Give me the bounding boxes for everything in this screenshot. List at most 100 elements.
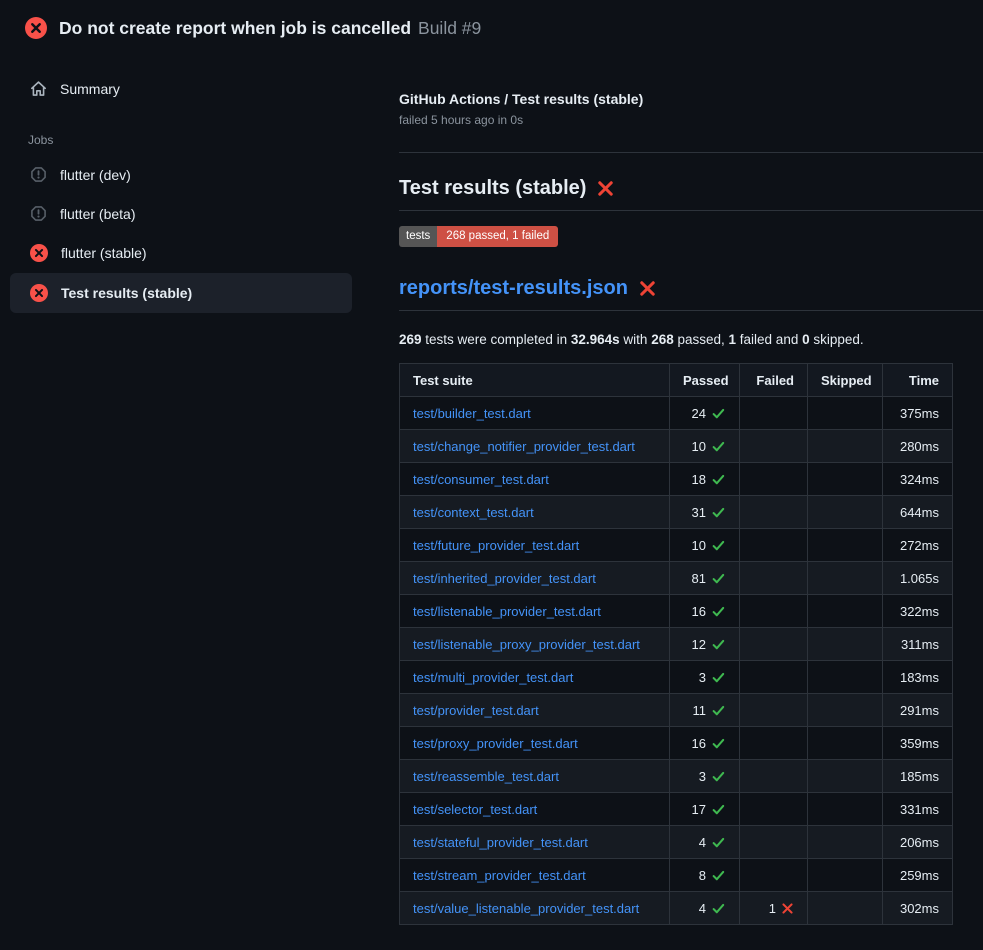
suite-link[interactable]: test/consumer_test.dart (413, 472, 549, 487)
skipped-count: 0 (802, 332, 810, 347)
suite-link[interactable]: test/stateful_provider_test.dart (413, 835, 588, 850)
skipped-cell (808, 397, 883, 430)
time-cell: 311ms (883, 628, 953, 661)
suite-cell: test/value_listenable_provider_test.dart (400, 892, 670, 925)
col-header-passed: Passed (670, 364, 740, 397)
suite-cell: test/provider_test.dart (400, 694, 670, 727)
col-header-test-suite: Test suite (400, 364, 670, 397)
job-label: Test results (stable) (61, 285, 192, 301)
suite-link[interactable]: test/proxy_provider_test.dart (413, 736, 578, 751)
passed-cell: 8 (670, 859, 740, 892)
passed-cell: 4 (670, 892, 740, 925)
check-icon (711, 604, 726, 619)
suite-cell: test/reassemble_test.dart (400, 760, 670, 793)
suite-link[interactable]: test/multi_provider_test.dart (413, 670, 573, 685)
skipped-cell (808, 628, 883, 661)
sidebar-item-summary[interactable]: Summary (10, 71, 352, 106)
failed-cell (740, 859, 808, 892)
table-row: test/builder_test.dart24375ms (400, 397, 953, 430)
table-row: test/change_notifier_provider_test.dart 1… (400, 430, 953, 463)
passed-cell: 10 (670, 529, 740, 562)
suite-link[interactable]: test/change_notifier_provider_test.dart (413, 439, 635, 454)
table-row: test/future_provider_test.dart10272ms (400, 529, 953, 562)
passed-cell: 10 (670, 430, 740, 463)
suite-link[interactable]: test/selector_test.dart (413, 802, 537, 817)
test-results-table: Test suite Passed Failed Skipped Time te… (399, 363, 953, 925)
sidebar-item-flutter-beta[interactable]: flutter (beta) (10, 194, 352, 233)
suite-link[interactable]: test/listenable_provider_test.dart (413, 604, 601, 619)
suite-link[interactable]: test/future_provider_test.dart (413, 538, 579, 553)
badge-label: tests (399, 226, 437, 247)
run-meta: failed 5 hours ago in 0s (399, 113, 983, 127)
time-cell: 291ms (883, 694, 953, 727)
suite-cell: test/inherited_provider_test.dart (400, 562, 670, 595)
table-row: test/reassemble_test.dart 3 185ms (400, 760, 953, 793)
suite-cell: test/consumer_test.dart (400, 463, 670, 496)
breadcrumb: GitHub Actions / Test results (stable) (399, 90, 983, 108)
failed-cell (740, 727, 808, 760)
table-row: test/stateful_provider_test.dart4206ms (400, 826, 953, 859)
col-header-time: Time (883, 364, 953, 397)
time-cell: 185ms (883, 760, 953, 793)
skipped-cell (808, 562, 883, 595)
sidebar-item-flutter-dev[interactable]: flutter (dev) (10, 155, 352, 194)
table-row: test/context_test.dart31644ms (400, 496, 953, 529)
suite-link[interactable]: test/listenable_proxy_provider_test.dart (413, 637, 640, 652)
skipped-cell (808, 463, 883, 496)
passed-cell: 11 (670, 694, 740, 727)
passed-cell: 16 (670, 595, 740, 628)
app-root: Do not create report when job is cancell… (0, 0, 983, 950)
suite-link[interactable]: test/builder_test.dart (413, 406, 531, 421)
sidebar: Summary Jobs flutter (dev)flutter (beta)… (0, 51, 399, 950)
x-circle-icon (30, 244, 48, 262)
sidebar-item-test-results-stable[interactable]: Test results (stable) (10, 273, 352, 313)
time-cell: 302ms (883, 892, 953, 925)
table-row: test/selector_test.dart17331ms (400, 793, 953, 826)
badge-value: 268 passed, 1 failed (437, 226, 558, 247)
check-icon (711, 538, 726, 553)
red-x-icon (639, 280, 656, 297)
jobs-section-label: Jobs (28, 133, 352, 147)
table-row: test/inherited_provider_test.dart811.065… (400, 562, 953, 595)
check-icon (711, 769, 726, 784)
check-icon (711, 835, 726, 850)
summary-label: Summary (60, 81, 120, 97)
failed-cell (740, 694, 808, 727)
time-cell: 1.065s (883, 562, 953, 595)
suite-link[interactable]: test/provider_test.dart (413, 703, 539, 718)
sidebar-item-flutter-stable[interactable]: flutter (stable) (10, 233, 352, 273)
suite-link[interactable]: test/inherited_provider_test.dart (413, 571, 596, 586)
table-row: test/consumer_test.dart18324ms (400, 463, 953, 496)
build-number: Build #9 (418, 18, 481, 39)
suite-link[interactable]: test/value_listenable_provider_test.dart (413, 901, 639, 916)
failed-cell (740, 760, 808, 793)
failed-cell (740, 463, 808, 496)
passed-cell: 3 (670, 661, 740, 694)
check-icon (711, 736, 726, 751)
check-icon (711, 802, 726, 817)
check-icon (711, 472, 726, 487)
time-cell: 280ms (883, 430, 953, 463)
passed-cell: 3 (670, 760, 740, 793)
failed-cell (740, 793, 808, 826)
report-file-link[interactable]: reports/test-results.json (399, 277, 628, 300)
failed-cell (740, 496, 808, 529)
report-heading: reports/test-results.json (399, 277, 983, 311)
run-header: Do not create report when job is cancell… (0, 0, 983, 51)
passed-cell: 18 (670, 463, 740, 496)
passed-cell: 16 (670, 727, 740, 760)
skipped-cell (808, 496, 883, 529)
section-heading: Test results (stable) (399, 177, 983, 211)
failed-cell: 1 (740, 892, 808, 925)
skipped-cell (808, 793, 883, 826)
suite-link[interactable]: test/stream_provider_test.dart (413, 868, 586, 883)
check-icon (711, 439, 726, 454)
x-icon (781, 902, 794, 915)
time-cell: 183ms (883, 661, 953, 694)
suite-link[interactable]: test/context_test.dart (413, 505, 534, 520)
suite-cell: test/listenable_provider_test.dart (400, 595, 670, 628)
run-title: Do not create report when job is cancell… (59, 17, 411, 39)
duration: 32.964s (571, 332, 620, 347)
failed-cell (740, 628, 808, 661)
suite-link[interactable]: test/reassemble_test.dart (413, 769, 559, 784)
